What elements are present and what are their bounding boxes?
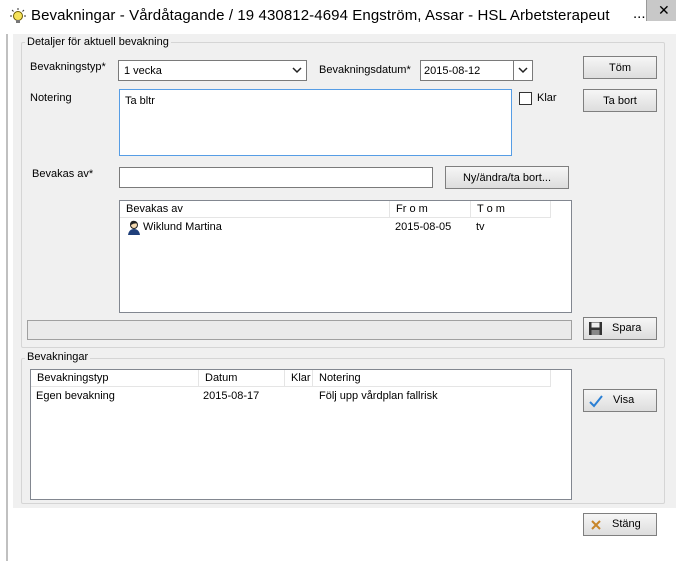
date-picker-button[interactable] [513, 60, 533, 81]
table-row[interactable]: Wiklund Martina 2015-08-05 tv [120, 219, 571, 236]
close-icon: ✕ [658, 2, 670, 18]
checkmark-icon [589, 395, 603, 408]
delete-button[interactable]: Ta bort [583, 89, 657, 112]
type-select-value: 1 vecka [124, 65, 162, 77]
user-icon [128, 220, 140, 235]
close-button-label: Stäng [612, 518, 641, 530]
chevron-down-icon [516, 63, 530, 78]
window-close-button[interactable]: ✕ [646, 0, 676, 21]
row-note: Följ upp vårdplan fallrisk [319, 390, 438, 402]
row-from: 2015-08-05 [395, 221, 452, 233]
type-select[interactable]: 1 vecka [118, 60, 307, 81]
status-bar [27, 320, 572, 340]
chevron-down-icon [290, 63, 304, 78]
show-button[interactable]: Visa [583, 389, 657, 412]
date-label: Bevakningsdatum* [319, 64, 411, 76]
window-title: Bevakningar - Vårdåtagande / 19 430812-4… [31, 7, 610, 24]
row-to: tv [476, 221, 485, 233]
clear-button[interactable]: Töm [583, 56, 657, 79]
note-label: Notering [30, 92, 72, 104]
type-label: Bevakningstyp* [30, 61, 106, 73]
table-row[interactable]: Egen bevakning 2015-08-17 Följ upp vårdp… [31, 388, 571, 405]
column-header-date[interactable]: Datum [199, 370, 285, 387]
watches-table[interactable]: Bevakningstyp Datum Klar Notering Egen b… [30, 369, 572, 500]
column-header-from[interactable]: Fr o m [390, 201, 471, 218]
bulb-icon [10, 8, 26, 23]
title-bar: Bevakningar - Vårdåtagande / 19 430812-4… [0, 0, 676, 34]
note-textarea[interactable]: Ta bltr [119, 89, 512, 156]
floppy-disk-icon [589, 322, 602, 335]
row-type: Egen bevakning [36, 390, 115, 402]
close-x-icon [591, 520, 601, 530]
close-button[interactable]: Stäng [583, 513, 657, 536]
note-textarea-value: Ta bltr [125, 95, 155, 107]
details-group-label: Detaljer för aktuell bevakning [25, 36, 171, 48]
row-name: Wiklund Martina [143, 221, 222, 233]
show-button-label: Visa [613, 394, 635, 406]
done-checkbox[interactable] [519, 92, 532, 105]
column-header-to[interactable]: T o m [471, 201, 551, 218]
save-button-label: Spara [612, 322, 642, 334]
new-change-remove-button[interactable]: Ny/ändra/ta bort... [445, 166, 569, 189]
column-header-type[interactable]: Bevakningstyp [31, 370, 199, 387]
column-header-note[interactable]: Notering [313, 370, 551, 387]
window-left-edge [6, 34, 8, 561]
title-ellipsis: ... [633, 5, 646, 22]
save-button[interactable]: Spara [583, 317, 657, 340]
column-header-done[interactable]: Klar [285, 370, 313, 387]
watched-by-label: Bevakas av* [32, 168, 94, 180]
date-input-value: 2015-08-12 [424, 65, 481, 77]
watches-group-label: Bevakningar [25, 351, 91, 363]
watchers-table[interactable]: Bevakas av Fr o m T o m Wiklund Martina … [119, 200, 572, 313]
done-label: Klar [537, 92, 557, 104]
column-header-watched-by[interactable]: Bevakas av [120, 201, 390, 218]
row-date: 2015-08-17 [203, 390, 260, 402]
watched-by-input[interactable] [119, 167, 433, 188]
date-input[interactable]: 2015-08-12 [420, 60, 514, 81]
